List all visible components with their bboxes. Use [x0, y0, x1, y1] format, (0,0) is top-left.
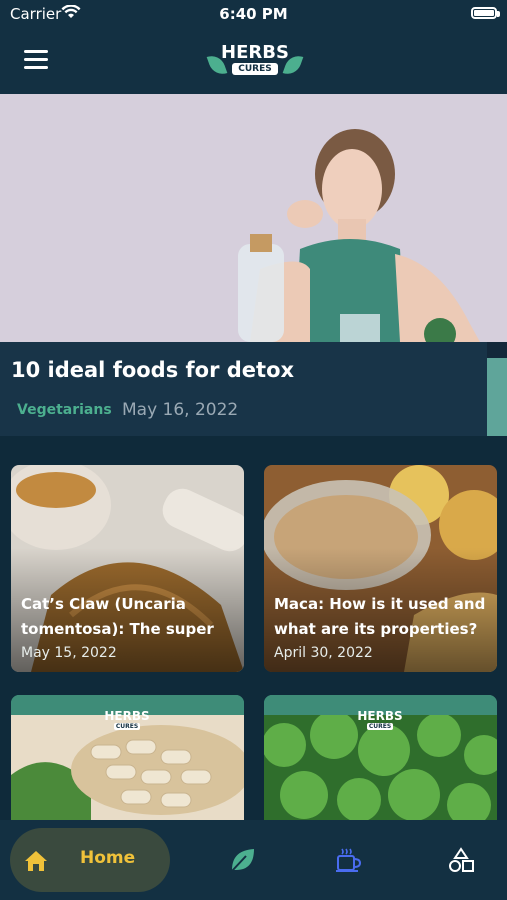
- app-header: HERBS CURES: [0, 30, 507, 94]
- featured-article-date: May 16, 2022: [122, 400, 239, 420]
- shapes-icon[interactable]: [447, 846, 475, 874]
- logo-text: HERBS: [221, 42, 289, 63]
- clock: 6:40 PM: [219, 5, 288, 23]
- featured-article-caption: 10 ideal foods for detox Vegetarians May…: [0, 342, 487, 436]
- featured-article[interactable]: 10 ideal foods for detox Vegetarians May…: [0, 94, 507, 436]
- home-icon: [25, 851, 47, 871]
- article-title: Cat’s Claw (Uncaria tomentosa): The supe…: [21, 595, 214, 638]
- category-tag[interactable]: Vegetarians: [17, 402, 112, 418]
- carousel-next-peek: [487, 358, 507, 436]
- battery-icon: [471, 7, 500, 19]
- logo-subtext: CURES: [232, 63, 278, 75]
- article-image: [11, 715, 244, 825]
- article-date: April 30, 2022: [274, 645, 373, 661]
- article-title: Maca: How is it used and what are its pr…: [274, 595, 486, 638]
- featured-article-title: 10 ideal foods for detox: [11, 358, 295, 382]
- article-card[interactable]: Cat’s Claw (Uncaria tomentosa): The supe…: [11, 465, 244, 672]
- tab-home[interactable]: Home: [10, 828, 170, 892]
- article-card[interactable]: HERBS CURES: [264, 695, 497, 825]
- article-date: May 15, 2022: [21, 645, 117, 661]
- app-logo: HERBS CURES: [206, 42, 304, 82]
- placeholder-logo: HERBS CURES: [104, 709, 150, 730]
- tab-home-label: Home: [80, 848, 136, 868]
- menu-icon[interactable]: [24, 50, 48, 70]
- article-card[interactable]: HERBS CURES: [11, 695, 244, 825]
- article-card[interactable]: Maca: How is it used and what are its pr…: [264, 465, 497, 672]
- leaf-icon[interactable]: [228, 846, 256, 874]
- status-bar: Carrier 6:40 PM: [0, 0, 507, 30]
- bottom-tab-bar: Home: [0, 820, 507, 900]
- featured-article-image: [0, 94, 507, 342]
- placeholder-logo: HERBS CURES: [357, 709, 403, 730]
- tea-icon[interactable]: [334, 846, 362, 874]
- article-image: [264, 715, 497, 825]
